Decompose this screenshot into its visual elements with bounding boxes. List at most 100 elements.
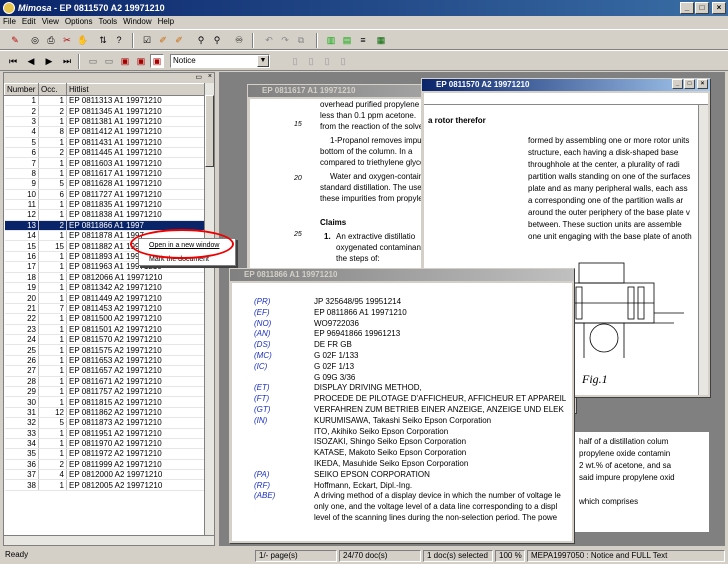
table-row[interactable]: 10 6 EP 0811727 A1 19971210 (4, 189, 205, 200)
table-row[interactable]: 1 1 EP 0811313 A1 19971210 (4, 95, 205, 107)
bib-field-value: VERFAHREN ZUM BETRIEB EINER ANZEIGE, ANZ… (314, 405, 564, 414)
view-text-icon[interactable]: ▭ (102, 54, 116, 68)
tile-vertical-icon[interactable]: ▥ (324, 33, 338, 47)
last-doc-icon[interactable]: ⏭ (60, 54, 74, 68)
table-row[interactable]: 34 1 EP 0811970 A2 19971210 (4, 438, 205, 450)
page-first-icon[interactable]: ▯ (288, 54, 302, 68)
chevron-down-icon[interactable]: ▼ (257, 55, 269, 67)
column-header-number[interactable]: Number (4, 83, 39, 96)
table-row[interactable]: 37 4 EP 0812000 A2 19971210 (4, 469, 205, 481)
view-drawing-icon[interactable]: ▣ (150, 54, 164, 68)
table-row[interactable]: 35 1 EP 0811972 A2 19971210 (4, 448, 205, 460)
redo-icon[interactable]: ↷ (278, 33, 292, 47)
table-row[interactable]: 26 1 EP 0811653 A2 19971210 (4, 355, 205, 367)
doc-window-title[interactable]: EP 0811866 A1 19971210 (230, 269, 574, 281)
table-row[interactable]: 28 1 EP 0811671 A2 19971210 (4, 376, 205, 387)
view-image-icon[interactable]: ▣ (118, 54, 132, 68)
marker-icon[interactable]: ✐ (172, 33, 186, 47)
zoom-out-icon[interactable]: ⚲ (210, 33, 224, 47)
table-row[interactable]: 6 2 EP 0811445 A1 19971210 (4, 147, 205, 159)
doc-vertical-scrollbar[interactable] (698, 105, 708, 395)
doc-text-line: 1-Propanol removes impu (330, 136, 422, 145)
table-row[interactable]: 27 1 EP 0811657 A2 19971210 (4, 365, 205, 377)
table-row[interactable]: 32 5 EP 0811873 A2 19971210 (4, 417, 205, 429)
table-row[interactable]: 23 1 EP 0811501 A2 19971210 (4, 324, 205, 336)
column-header-occ[interactable]: Occ. (38, 83, 67, 96)
cell-hitlist: EP 0811412 A1 19971210 (66, 126, 205, 138)
view-mode-select[interactable]: Notice ▼ (170, 54, 270, 68)
copy-icon[interactable]: ⧉ (294, 33, 308, 47)
view-full-icon[interactable]: ▣ (134, 54, 148, 68)
restore-icon[interactable]: ▭ (195, 73, 202, 81)
maximize-button[interactable]: □ (695, 2, 709, 14)
table-row[interactable]: 36 2 EP 0811999 A2 19971210 (4, 459, 205, 471)
doc-maximize-button[interactable]: □ (684, 79, 695, 89)
scrollbar-thumb[interactable] (205, 95, 214, 167)
next-doc-icon[interactable]: ▶ (42, 54, 56, 68)
minimize-button[interactable]: _ (680, 2, 694, 14)
table-row[interactable]: 11 1 EP 0811835 A1 19971210 (4, 199, 205, 211)
close-button[interactable]: × (712, 2, 726, 14)
print-icon[interactable]: ⎙ (44, 33, 58, 47)
table-row[interactable]: 33 1 EP 0811951 A2 19971210 (4, 428, 205, 439)
doc-window-ep0811866[interactable]: EP 0811866 A1 19971210 (PR) JP 325648/95 … (229, 268, 575, 544)
table-row[interactable]: 21 7 EP 0811453 A2 19971210 (4, 303, 205, 315)
table-row[interactable]: 38 1 EP 0812005 A2 19971210 (4, 479, 205, 491)
table-row[interactable]: 30 1 EP 0811815 A2 19971210 (4, 396, 205, 408)
hitlist-horizontal-scrollbar[interactable] (4, 535, 214, 545)
table-row[interactable]: 22 1 EP 0811500 A2 19971210 (4, 313, 205, 325)
first-doc-icon[interactable]: ⏮ (6, 54, 20, 68)
table-row[interactable]: 25 1 EP 0811575 A2 19971210 (4, 344, 205, 356)
thumbs-icon[interactable]: ✋ (76, 33, 90, 47)
app-title-bar: Mimosa - EP 0811570 A2 19971210 _ □ × (0, 0, 728, 16)
doc-minimize-button[interactable]: _ (672, 79, 683, 89)
table-row[interactable]: 20 1 EP 0811449 A2 19971210 (4, 292, 205, 304)
page-last-icon[interactable]: ▯ (336, 54, 350, 68)
column-header-hitlist[interactable]: Hitlist (66, 83, 205, 96)
cascade-icon[interactable]: ≡ (356, 33, 370, 47)
highlight-icon[interactable]: ✐ (156, 33, 170, 47)
table-row[interactable]: 29 1 EP 0811757 A2 19971210 (4, 386, 205, 398)
menu-view[interactable]: View (39, 16, 62, 27)
sort-icon[interactable]: ⇅ (96, 33, 110, 47)
table-row[interactable]: 3 1 EP 0811381 A1 19971210 (4, 116, 205, 128)
page-prev-icon[interactable]: ▯ (304, 54, 318, 68)
menu-edit[interactable]: Edit (19, 16, 39, 27)
hitlist-vertical-scrollbar[interactable] (204, 83, 214, 535)
undo-icon[interactable]: ↶ (262, 33, 276, 47)
menu-options[interactable]: Options (62, 16, 96, 27)
table-row[interactable]: 31 12 EP 0811862 A2 19971210 (4, 407, 205, 419)
view-notice-icon[interactable]: ▭ (86, 54, 100, 68)
table-row[interactable]: 24 1 EP 0811570 A2 19971210 (4, 334, 205, 346)
help-icon[interactable]: ? (112, 33, 126, 47)
menu-window[interactable]: Window (120, 16, 154, 27)
table-row[interactable]: 18 1 EP 0812066 A1 19971210 (4, 272, 205, 284)
doc-text-line: one unit engaging with the base plate of… (528, 232, 692, 241)
tile-horizontal-icon[interactable]: ▤ (340, 33, 354, 47)
bib-field-value: G 09G 3/36 (314, 372, 356, 382)
doc-window-title-active[interactable]: EP 0811570 A2 19971210 _ □ × (422, 79, 710, 91)
table-row[interactable]: 2 2 EP 0811345 A1 19971210 (4, 105, 205, 117)
edit-icon[interactable]: ✂ (60, 33, 74, 47)
prev-doc-icon[interactable]: ◀ (24, 54, 38, 68)
table-row[interactable]: 19 1 EP 0811342 A2 19971210 (4, 282, 205, 294)
menu-help[interactable]: Help (155, 16, 177, 27)
table-row[interactable]: 4 8 EP 0811412 A1 19971210 (4, 126, 205, 138)
new-search-icon[interactable]: ✎ (8, 33, 22, 47)
cell-number: 20 (4, 292, 39, 304)
menu-file[interactable]: File (0, 16, 19, 27)
menu-tools[interactable]: Tools (95, 16, 120, 27)
page-next-icon[interactable]: ▯ (320, 54, 334, 68)
doc-close-button[interactable]: × (697, 79, 708, 89)
table-row[interactable]: 9 5 EP 0811628 A1 19971210 (4, 178, 205, 190)
arrange-icon[interactable]: ▦ (374, 33, 388, 47)
close-panel-icon[interactable]: × (208, 73, 212, 80)
table-row[interactable]: 8 1 EP 0811617 A1 19971210 (4, 168, 205, 180)
table-row[interactable]: 5 1 EP 0811431 A1 19971210 (4, 137, 205, 148)
find-icon[interactable]: ♾ (232, 33, 246, 47)
checkbox-icon[interactable]: ☑ (140, 33, 154, 47)
zoom-in-icon[interactable]: ⚲ (194, 33, 208, 47)
search-icon[interactable]: ◎ (28, 33, 42, 47)
table-row[interactable]: 7 1 EP 0811603 A1 19971210 (4, 157, 205, 169)
table-row[interactable]: 12 1 EP 0811838 A1 19971210 (4, 209, 205, 221)
